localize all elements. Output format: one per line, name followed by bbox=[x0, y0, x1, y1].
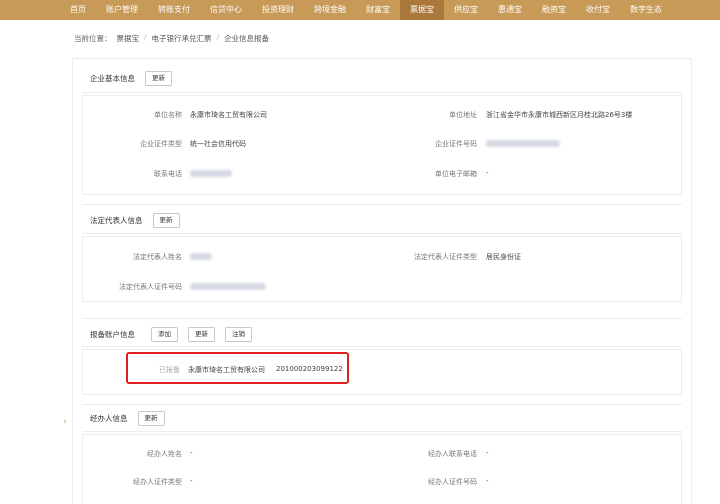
account-header: 报备账户信息 添加 更新 注销 bbox=[90, 327, 252, 342]
legal-cert-type-value: 居民身份证 bbox=[486, 253, 521, 261]
breadcrumb-item-piaojubao[interactable]: 票据宝 bbox=[117, 33, 140, 44]
agent-cert-no-value: - bbox=[486, 477, 489, 485]
nav-item-supply[interactable]: 供应宝 bbox=[444, 0, 488, 20]
unit-name-value: 永康市琦名工贸有限公司 bbox=[190, 111, 267, 119]
agent-cert-type-label: 经办人证件类型 bbox=[133, 478, 182, 486]
top-nav: 首页 账户管理 转账支付 信贷中心 投资理财 跨境金融 财富宝 票据宝 供应宝 惠通宝 融资宝 收付宝… bbox=[0, 0, 720, 20]
legal-rep-title: 法定代表人信息 bbox=[90, 216, 143, 225]
nav-item-investment[interactable]: 投资理财 bbox=[252, 0, 304, 20]
agent-panel bbox=[82, 434, 682, 504]
divider bbox=[82, 431, 682, 432]
nav-item-cross-border[interactable]: 跨境金融 bbox=[304, 0, 356, 20]
divider bbox=[82, 92, 682, 93]
legal-rep-update-button[interactable]: 更新 bbox=[152, 213, 180, 228]
agent-name-value: - bbox=[190, 449, 193, 457]
unit-address-value: 浙江省金华市永康市城西新区月桂北路26号3楼 bbox=[486, 111, 633, 119]
legal-rep-panel bbox=[82, 236, 682, 302]
legal-cert-type-label: 法定代表人证件类型 bbox=[414, 253, 477, 261]
divider bbox=[82, 404, 682, 405]
agent-cert-no-label: 经办人证件号码 bbox=[428, 478, 477, 486]
cert-no-label: 企业证件号码 bbox=[435, 140, 477, 148]
legal-name-label: 法定代表人姓名 bbox=[133, 253, 182, 261]
breadcrumb-item-current: 企业信息报备 bbox=[224, 34, 270, 43]
nav-item-huitong[interactable]: 惠通宝 bbox=[488, 0, 532, 20]
legal-cert-no-value-redacted bbox=[190, 282, 266, 290]
account-update-button[interactable]: 更新 bbox=[188, 327, 215, 342]
legal-rep-header: 法定代表人信息 更新 bbox=[90, 213, 180, 228]
nav-item-wealth[interactable]: 财富宝 bbox=[356, 0, 400, 20]
chevron-right-icon[interactable]: › bbox=[60, 412, 70, 432]
basic-info-title: 企业基本信息 bbox=[90, 74, 135, 83]
legal-cert-no-label: 法定代表人证件号码 bbox=[119, 283, 182, 291]
divider bbox=[82, 204, 682, 205]
basic-info-update-button[interactable]: 更新 bbox=[145, 71, 172, 86]
account-add-button[interactable]: 添加 bbox=[151, 327, 178, 342]
agent-cert-type-value: - bbox=[190, 477, 193, 485]
breadcrumb: 当前位置： 票据宝 / 电子银行承兑汇票 / 企业信息报备 bbox=[74, 33, 269, 44]
phone-value-redacted bbox=[190, 169, 232, 177]
nav-item-credit-center[interactable]: 信贷中心 bbox=[200, 0, 252, 20]
email-value: - bbox=[486, 169, 489, 177]
account-cancel-button[interactable]: 注销 bbox=[225, 327, 252, 342]
phone-label: 联系电话 bbox=[154, 170, 182, 178]
unit-name-label: 单位名称 bbox=[154, 111, 182, 119]
nav-item-piaojubao[interactable]: 票据宝 bbox=[400, 0, 444, 20]
nav-item-financing[interactable]: 融资宝 bbox=[532, 0, 576, 20]
cert-type-label: 企业证件类型 bbox=[140, 140, 182, 148]
email-label: 单位电子邮箱 bbox=[435, 170, 477, 178]
highlight-box bbox=[126, 352, 349, 384]
agent-title: 经办人信息 bbox=[90, 414, 128, 423]
unit-address-label: 单位地址 bbox=[449, 111, 477, 119]
nav-item-home[interactable]: 首页 bbox=[60, 0, 96, 20]
breadcrumb-separator: / bbox=[144, 33, 147, 42]
breadcrumb-prefix: 当前位置： bbox=[74, 34, 112, 43]
divider bbox=[82, 346, 682, 347]
breadcrumb-separator: / bbox=[216, 33, 220, 42]
breadcrumb-item-bank-acceptance[interactable]: 电子银行承兑汇票 bbox=[152, 33, 212, 44]
agent-phone-value: - bbox=[486, 449, 489, 457]
account-title: 报备账户信息 bbox=[90, 330, 135, 339]
nav-item-digital-ecosystem[interactable]: 数字生态 bbox=[620, 0, 672, 20]
nav-item-transfer-payment[interactable]: 转账支付 bbox=[148, 0, 200, 20]
nav-item-account-management[interactable]: 账户管理 bbox=[96, 0, 148, 20]
cert-type-value: 统一社会信用代码 bbox=[190, 140, 246, 148]
cert-no-value-redacted bbox=[486, 139, 560, 147]
legal-name-value-redacted bbox=[190, 252, 212, 260]
agent-update-button[interactable]: 更新 bbox=[137, 411, 165, 426]
agent-phone-label: 经办人联系电话 bbox=[428, 450, 477, 458]
nav-item-collection[interactable]: 收付宝 bbox=[576, 0, 620, 20]
agent-name-label: 经办人姓名 bbox=[147, 450, 182, 458]
divider bbox=[82, 318, 682, 319]
agent-header: 经办人信息 更新 bbox=[90, 411, 165, 426]
basic-info-header: 企业基本信息 更新 bbox=[90, 71, 172, 86]
divider bbox=[82, 233, 682, 234]
